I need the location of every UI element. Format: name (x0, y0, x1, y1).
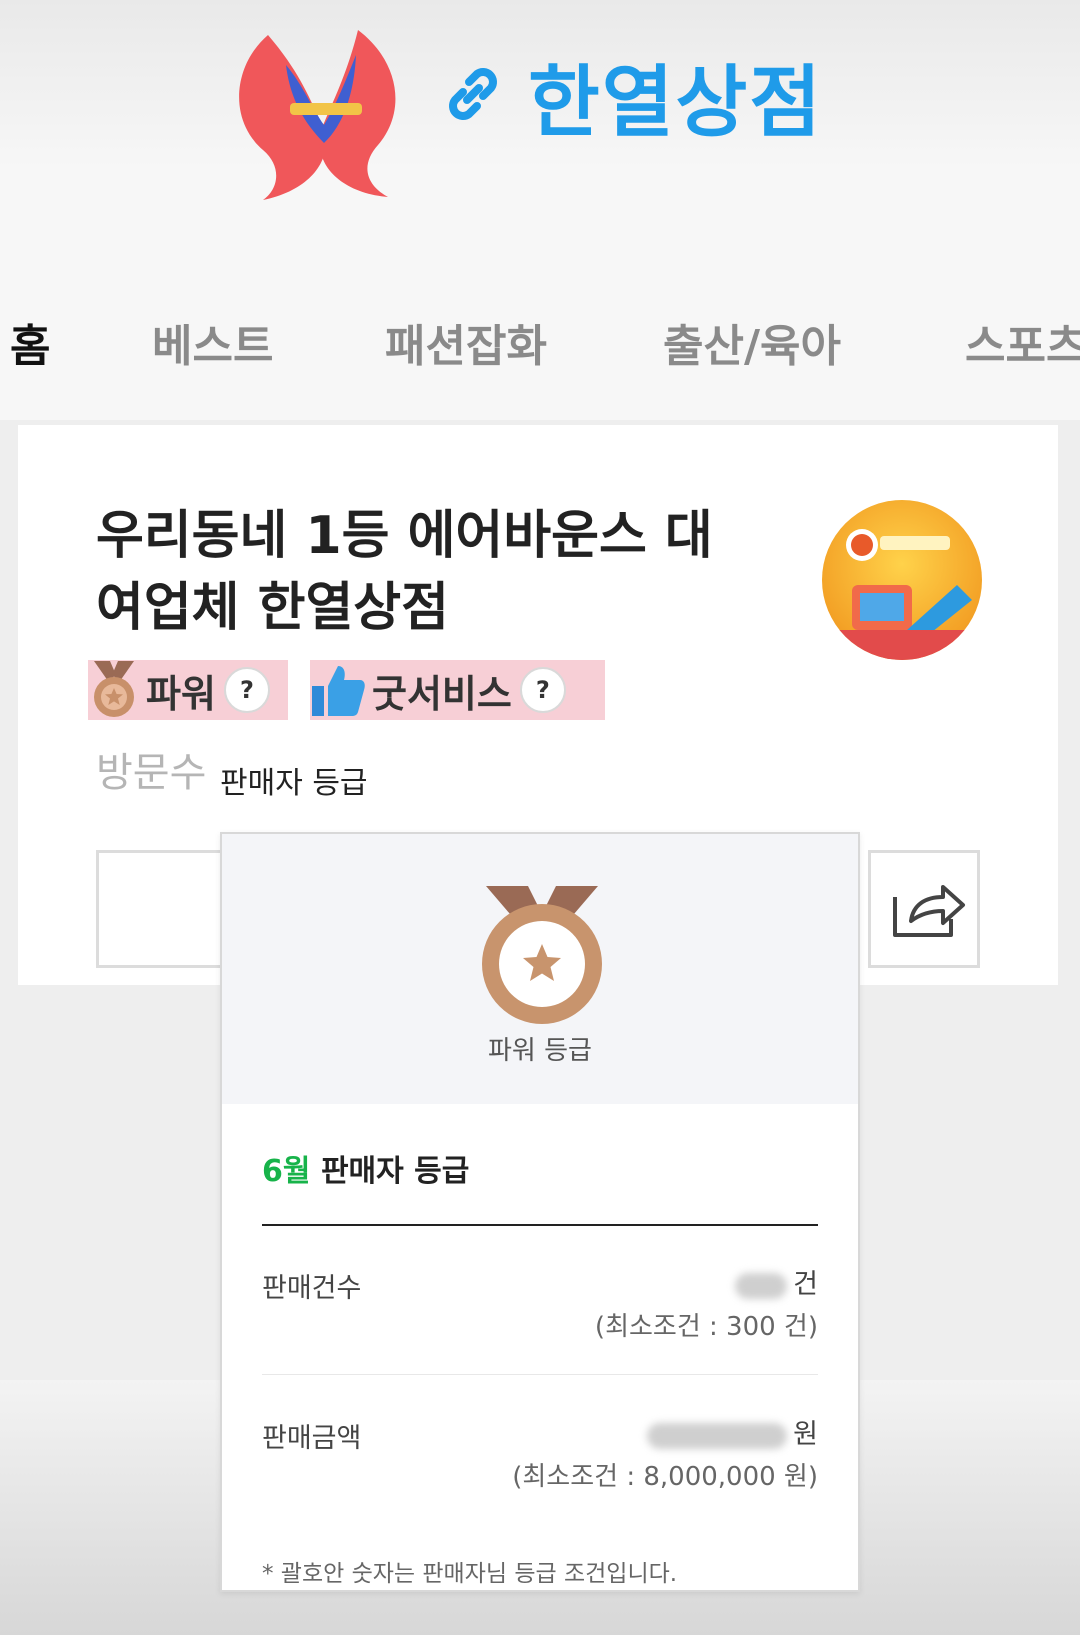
sales-count-label: 판매건수 (262, 1273, 362, 1304)
store-profile-avatar[interactable] (822, 500, 982, 660)
section-divider (262, 1224, 818, 1226)
bronze-medal-icon (482, 886, 602, 1024)
tab-baby[interactable]: 출산/육아 (663, 310, 841, 374)
thumbs-up-icon (312, 666, 365, 716)
bronze-medal-icon (94, 661, 134, 717)
goodservice-badge-label: 굿서비스 (372, 671, 512, 716)
sales-amount-label: 판매금액 (262, 1423, 362, 1454)
blurred-value (735, 1272, 788, 1299)
seller-grade-popover: 파워 등급 6월 판매자 등급 판매건수 건 (최소조건 : 300 건) 판매… (220, 832, 860, 1592)
tab-best[interactable]: 베스트 (152, 310, 273, 374)
hs-flame-logo-icon[interactable] (228, 25, 413, 205)
tab-home[interactable]: 홈 (10, 310, 50, 374)
sales-amount-minimum: (최소조건 : 8,000,000 원) (512, 1462, 818, 1492)
month-grade-suffix: 판매자 등급 (320, 1154, 470, 1189)
month-grade-title: 6월 판매자 등급 (262, 1146, 469, 1190)
blurred-value (647, 1422, 788, 1449)
sales-count-value: 건 (735, 1262, 818, 1301)
sales-amount-unit: 원 (793, 1419, 818, 1450)
sales-count-minimum: (최소조건 : 300 건) (594, 1312, 818, 1342)
link-icon[interactable] (437, 58, 509, 130)
sales-amount-value: 원 (647, 1412, 818, 1451)
power-badge-label: 파워 (146, 671, 216, 716)
month-label: 6월 (262, 1154, 311, 1189)
grade-footnote: * 괄호안 숫자는 판매자님 등급 조건입니다. (262, 1561, 678, 1587)
store-name-heading: 한열상점 (528, 58, 824, 148)
category-nav: 홈 베스트 패션잡화 출산/육아 스포츠 (0, 310, 1080, 380)
sales-count-unit: 건 (793, 1269, 818, 1300)
row-divider (262, 1374, 818, 1375)
tab-fashion[interactable]: 패션잡화 (385, 310, 547, 374)
share-button[interactable] (868, 850, 980, 968)
store-title: 우리동네 1등 에어바운스 대 여업체 한열상점 (96, 500, 756, 644)
seller-grade-tooltip-label: 판매자 등급 (220, 766, 368, 801)
store-title-line2: 여업체 한열상점 (96, 578, 449, 638)
visitors-label: 방문수 (96, 750, 207, 796)
popover-header: 파워 등급 (222, 834, 858, 1104)
power-badge[interactable]: 파워 ? (88, 660, 288, 720)
goodservice-badge[interactable]: 굿서비스 ? (310, 660, 605, 720)
store-title-line1: 우리동네 1등 에어바운스 대 (96, 506, 713, 566)
grade-name: 파워 등급 (488, 1036, 592, 1066)
tab-sports[interactable]: 스포츠 (965, 310, 1080, 374)
goodservice-help-icon[interactable]: ? (519, 667, 566, 713)
share-icon (893, 885, 965, 937)
power-help-icon[interactable]: ? (223, 667, 270, 713)
